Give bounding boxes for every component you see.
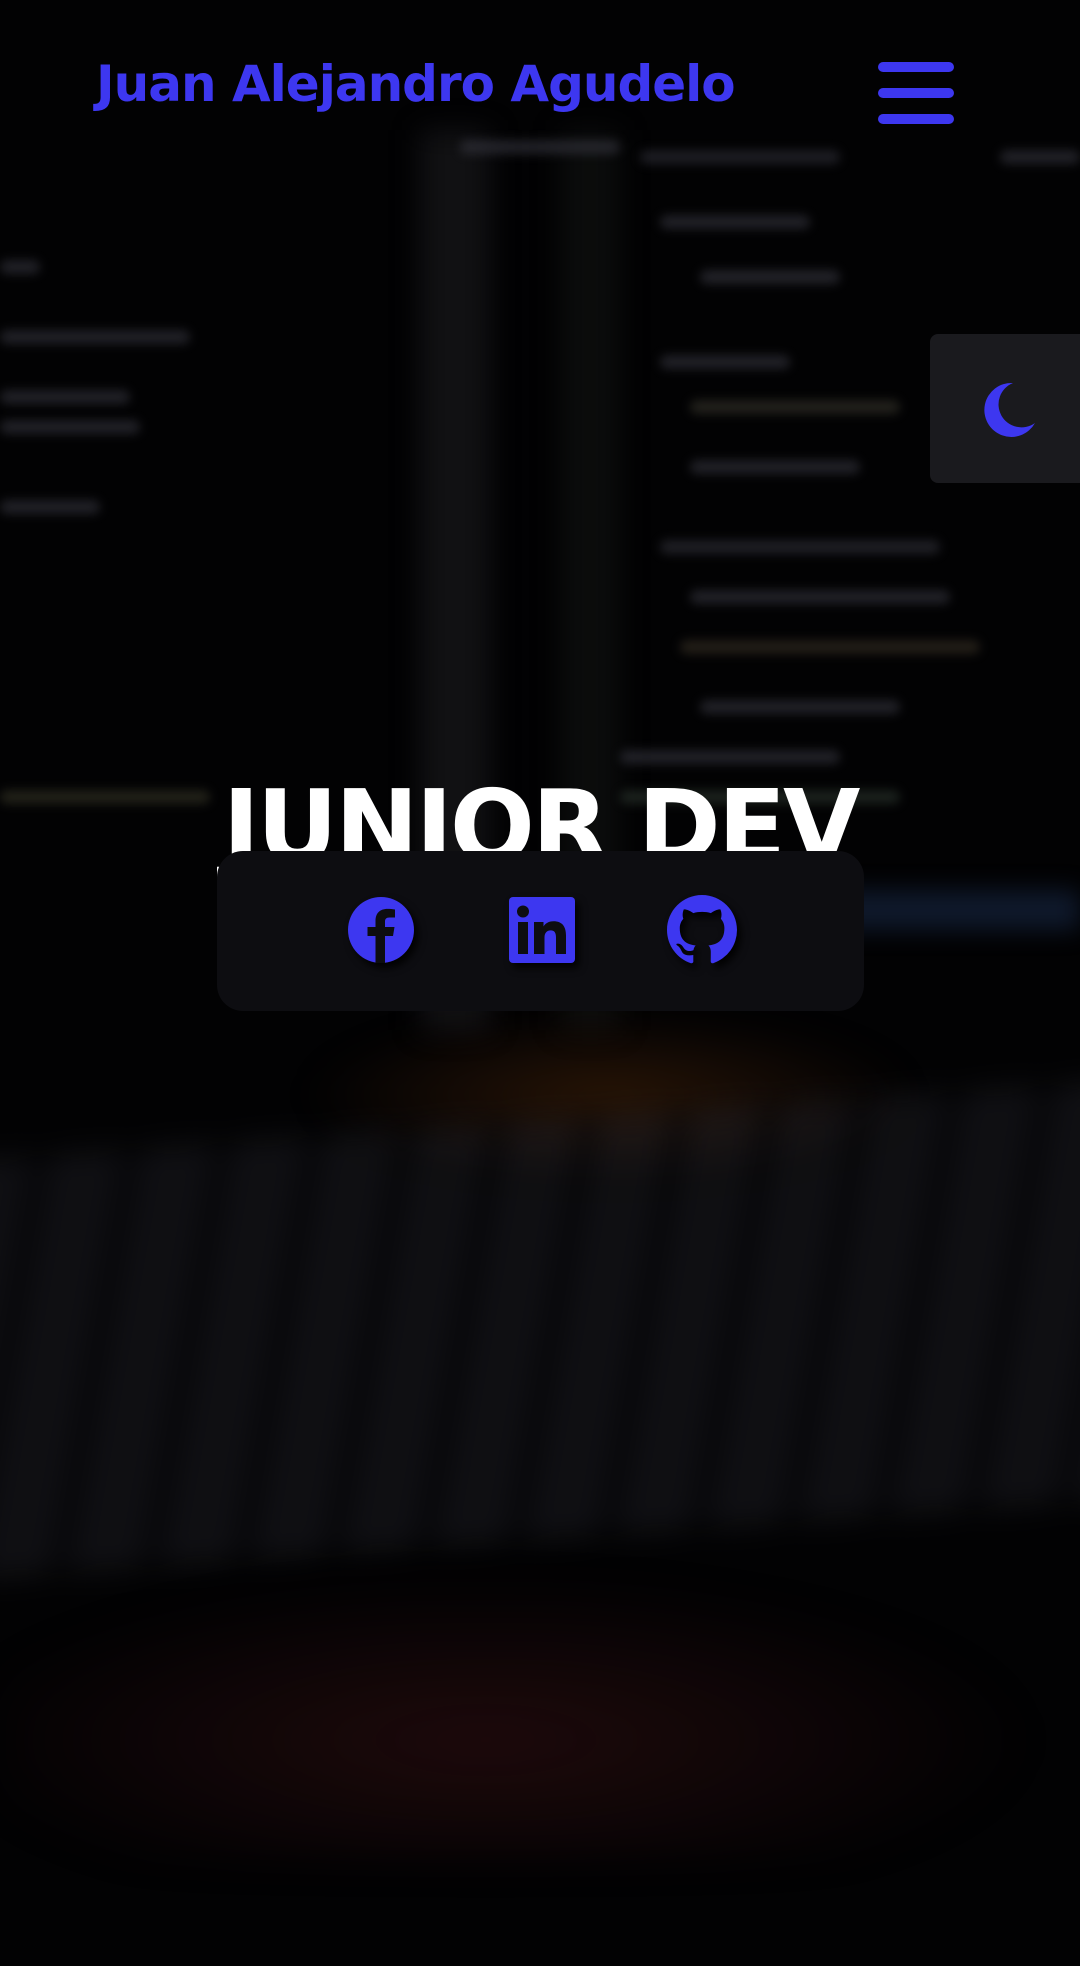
page: Juan Alejandro Agudelo JUNIOR DEV <box>0 0 1080 1966</box>
github-link[interactable] <box>667 895 737 965</box>
facebook-icon <box>348 897 414 963</box>
github-icon <box>667 895 737 964</box>
social-links-card <box>217 851 864 1011</box>
site-title[interactable]: Juan Alejandro Agudelo <box>96 50 736 118</box>
facebook-link[interactable] <box>346 895 416 965</box>
hamburger-menu-icon <box>878 62 954 72</box>
theme-toggle-button[interactable] <box>930 334 1080 483</box>
linkedin-link[interactable] <box>507 895 577 965</box>
menu-button[interactable] <box>878 62 954 124</box>
linkedin-icon <box>509 897 575 963</box>
moon-icon <box>984 382 1035 437</box>
